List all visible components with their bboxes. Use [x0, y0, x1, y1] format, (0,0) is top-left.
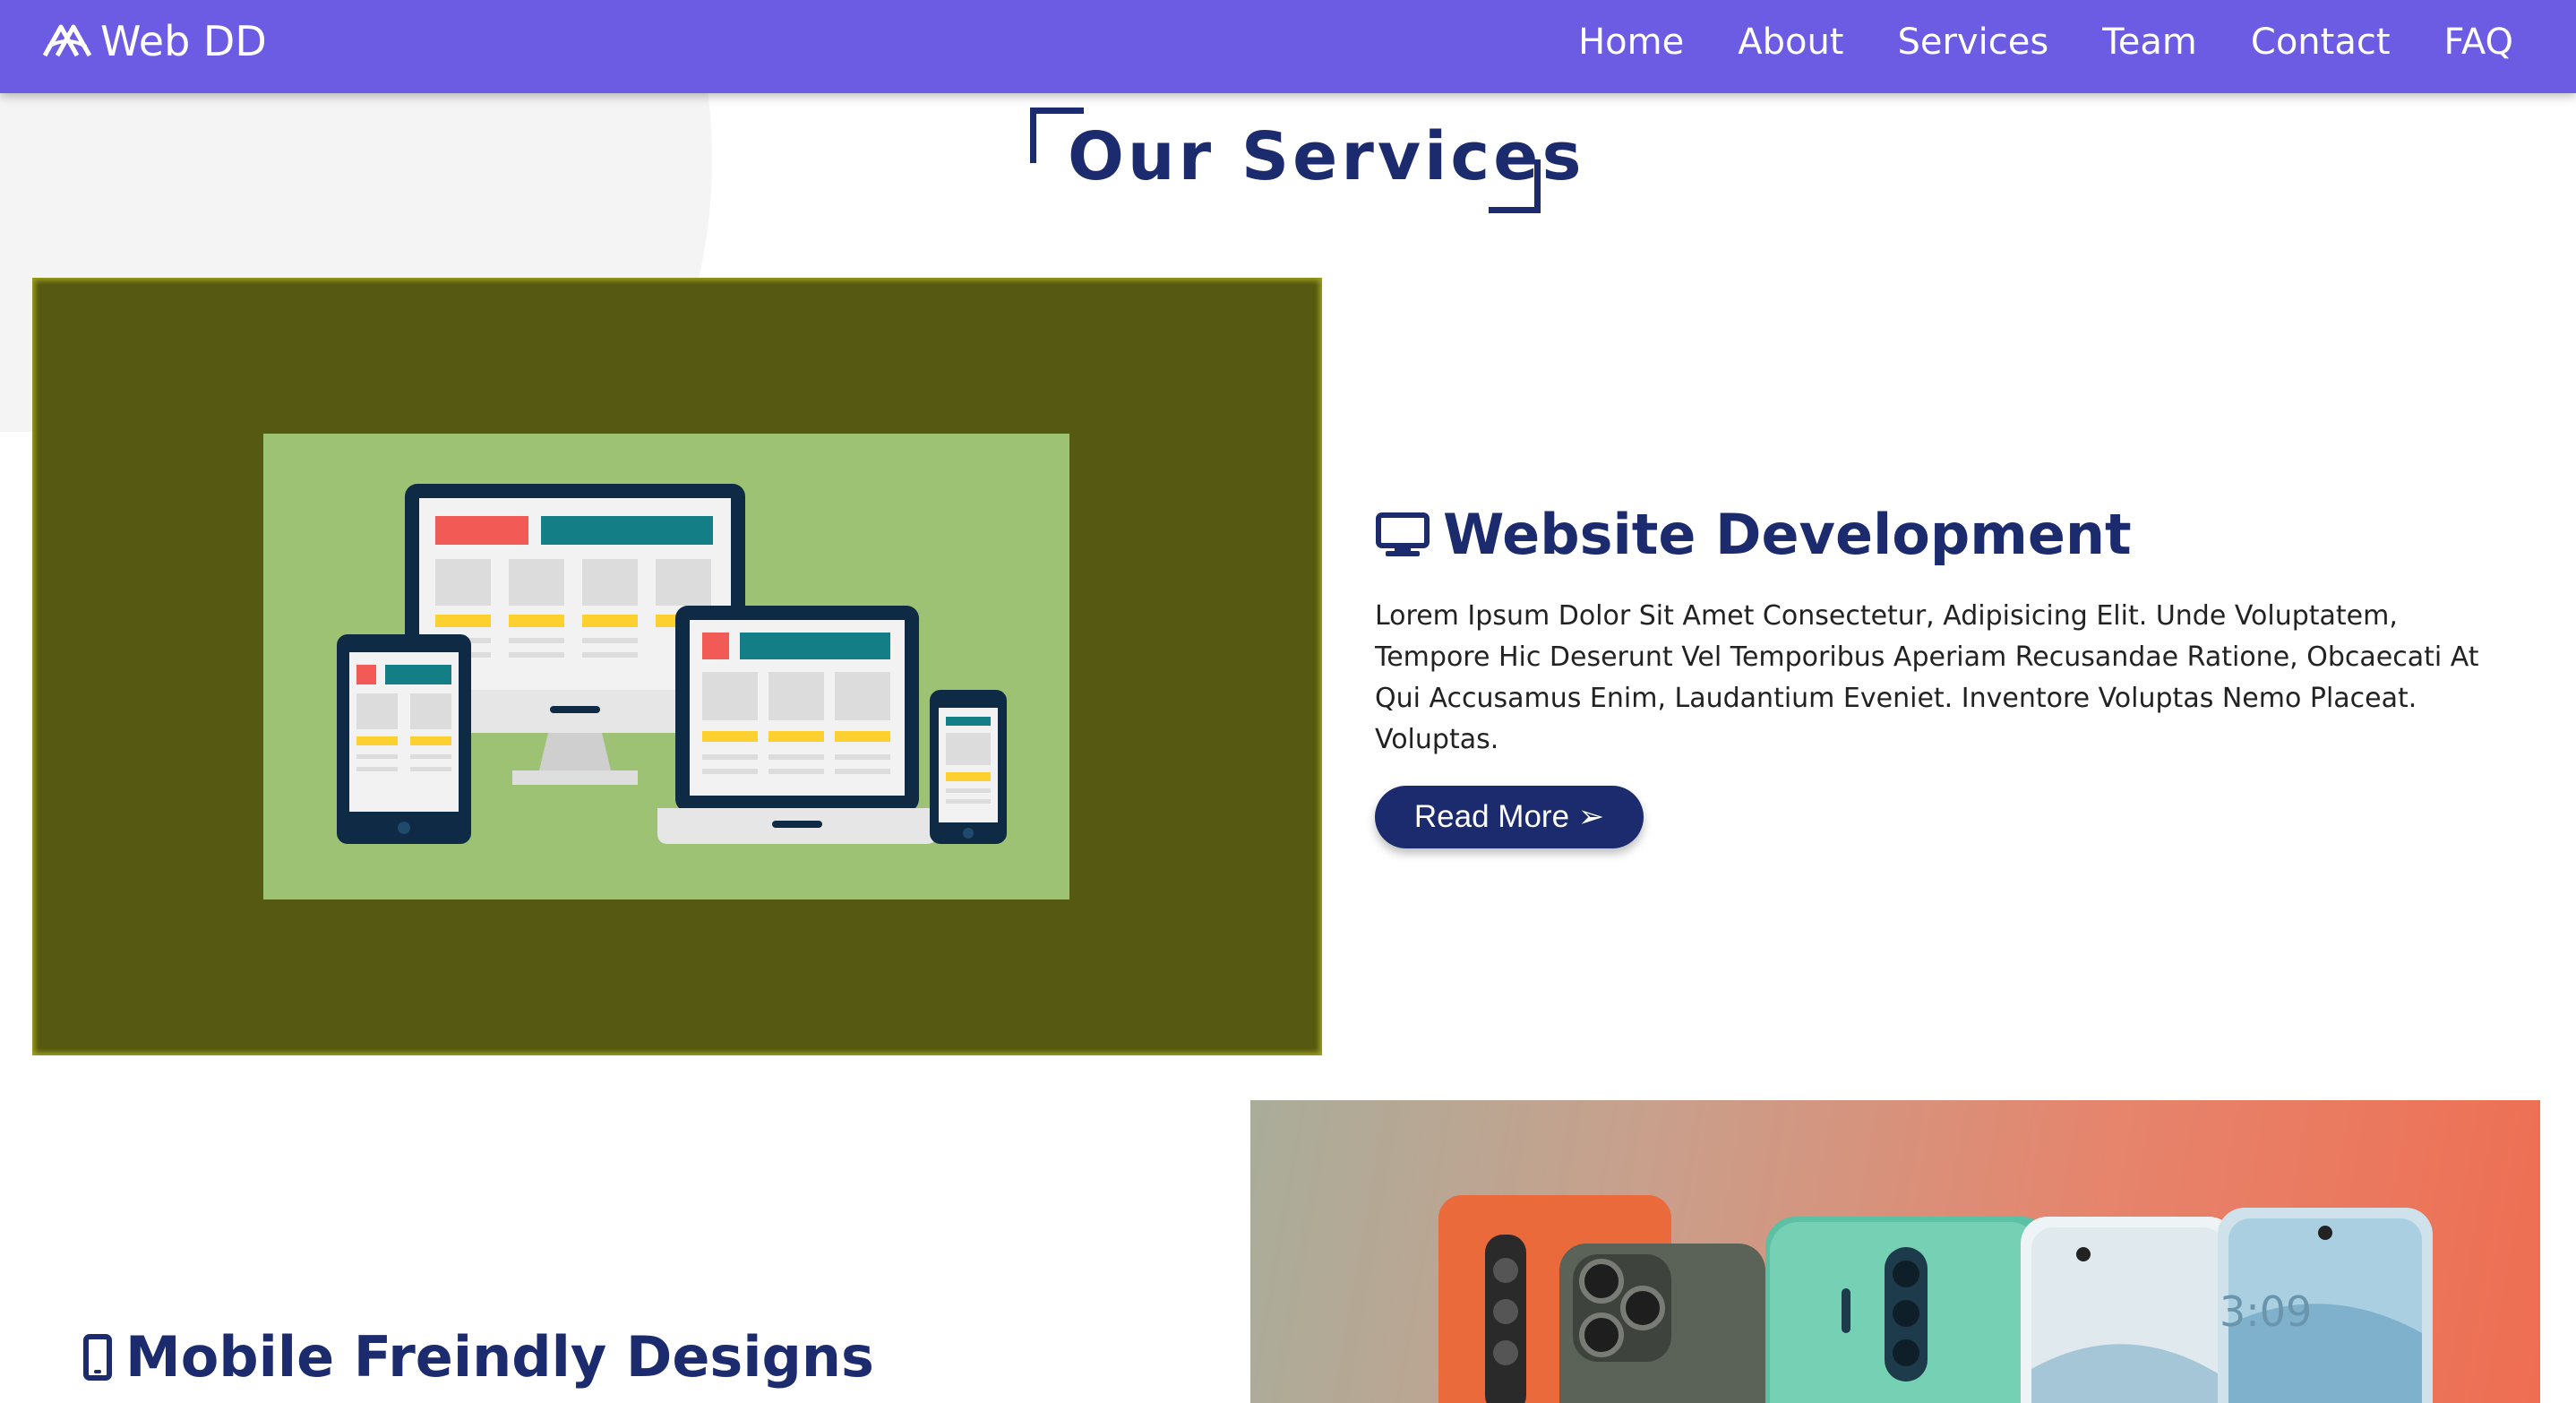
- mobile-designs-image: 3:09: [1250, 1100, 2540, 1403]
- brand-name: Web DD: [100, 17, 267, 65]
- nav-link-faq[interactable]: FAQ: [2444, 22, 2513, 63]
- website-development-title: Website Development: [1443, 502, 2132, 567]
- nav-item-team: Team: [2102, 22, 2197, 63]
- nav-item-contact: Contact: [2251, 22, 2391, 63]
- website-development-content: Website Development Lorem Ipsum Dolor Si…: [1375, 502, 2512, 848]
- responsive-devices-icon: [337, 484, 1007, 844]
- mobile-designs-title: Mobile Freindly Designs: [125, 1324, 874, 1390]
- navbar: Web DD Home About Services Team Contact …: [0, 0, 2576, 93]
- smartphones-icon: 3:09: [1438, 1195, 2433, 1403]
- website-development-heading: Website Development: [1375, 502, 2512, 567]
- nav-link-about[interactable]: About: [1738, 22, 1843, 63]
- mobile-designs-heading: Mobile Freindly Designs: [82, 1324, 874, 1390]
- website-development-image: [32, 278, 1322, 1055]
- read-more-button[interactable]: Read More ➢: [1375, 786, 1644, 848]
- nav-menu: Home About Services Team Contact FAQ: [1578, 16, 2513, 68]
- mobile-icon: [83, 1333, 112, 1381]
- nav-item-home: Home: [1578, 22, 1684, 63]
- nav-link-contact[interactable]: Contact: [2251, 22, 2391, 63]
- nav-link-home[interactable]: Home: [1578, 22, 1684, 63]
- page: Web DD Home About Services Team Contact …: [0, 0, 2576, 1403]
- nav-link-services[interactable]: Services: [1897, 22, 2048, 63]
- website-development-description: Lorem Ipsum Dolor Sit Amet Consectetur, …: [1375, 600, 2479, 755]
- brand-link[interactable]: Web DD: [41, 14, 267, 68]
- phone-clock-text: 3:09: [2220, 1287, 2312, 1336]
- nav-item-about: About: [1738, 22, 1843, 63]
- nav-link-team[interactable]: Team: [2102, 22, 2197, 63]
- nav-item-services: Services: [1897, 22, 2048, 63]
- logo-icon: [42, 24, 92, 57]
- mobile-designs-content: Mobile Freindly Designs: [82, 1324, 874, 1390]
- nav-item-faq: FAQ: [2444, 22, 2513, 63]
- title-corner-bottom-right: [1489, 159, 1541, 213]
- desktop-icon: [1376, 512, 1430, 556]
- devices-illustration: [263, 434, 1069, 899]
- section-title-wrapper: Our Services: [1030, 108, 1582, 215]
